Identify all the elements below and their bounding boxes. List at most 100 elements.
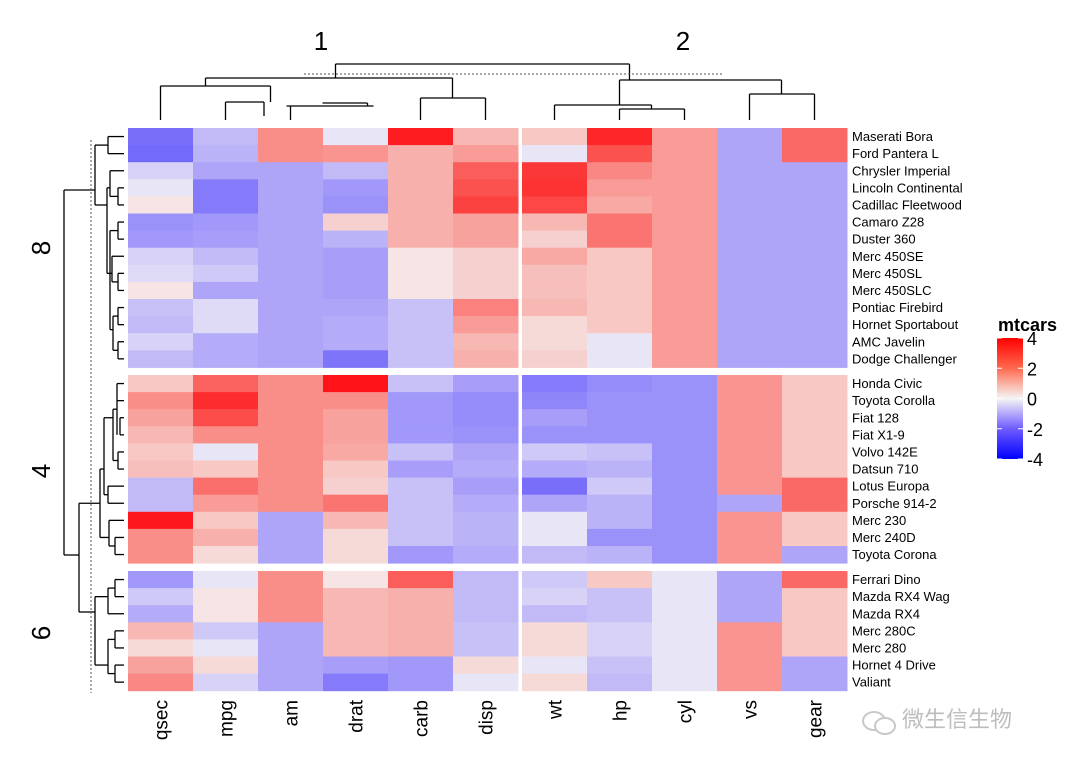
heatmap-cell [323,546,389,564]
heatmap-cell [128,350,194,368]
heatmap-cell [323,571,389,589]
heatmap-cell [522,622,588,640]
heatmap-cell [323,392,389,410]
heatmap-cell [128,477,194,496]
heatmap-cell [652,622,718,640]
heatmap-cell [587,128,653,146]
column-label: vs [741,700,762,719]
heatmap-cell [193,571,259,589]
row-label: Lotus Europa [852,479,930,494]
heatmap-cell [587,230,653,249]
heatmap-cell [522,528,588,547]
column-label: hp [611,700,632,721]
heatmap-cell [128,571,194,589]
row-label: Duster 360 [852,232,916,247]
heatmap-cell [782,350,848,368]
heatmap-cell [587,145,653,163]
heatmap-cell [717,281,783,300]
heatmap-cell [193,128,259,146]
heatmap-cell [587,528,653,547]
row-label: Hornet Sportabout [852,317,959,332]
heatmap-cell [782,571,848,589]
heatmap-cell [258,333,324,351]
heatmap-cell [388,622,454,640]
heatmap-cell [782,247,848,266]
column-label: drat [347,699,368,732]
column-label: carb [412,700,433,737]
heatmap-cell [652,264,718,283]
heatmap-cell [258,145,324,163]
heatmap-cell [258,179,324,197]
heatmap-cell [522,162,588,180]
heatmap-cell [323,316,389,334]
heatmap-cell [388,375,454,393]
heatmap-cell [782,333,848,351]
heatmap-cell [522,196,588,214]
heatmap-cell [193,546,259,564]
heatmap-cell [453,281,519,300]
heatmap-cell [782,230,848,249]
heatmap-cell [388,443,454,461]
heatmap-cell [587,511,653,530]
heatmap-cell [128,128,194,146]
heatmap-cell [782,588,848,606]
heatmap-cell [388,673,454,692]
column-dendrogram [159,63,816,120]
row-label: Lincoln Continental [852,180,963,195]
row-label: Merc 450SE [852,249,924,264]
heatmap-cell [782,656,848,675]
heatmap-cell [453,639,519,657]
heatmap-cell [587,673,653,692]
heatmap-cell [717,392,783,410]
row-label: Merc 280 [852,640,906,655]
heatmap-cell [128,409,194,427]
heatmap-cell [453,588,519,606]
heatmap-cell [388,546,454,564]
heatmap-cell [258,460,324,479]
heatmap-cell [128,281,194,300]
heatmap-cell [388,350,454,368]
heatmap-cell [782,128,848,146]
heatmap-cell [258,196,324,214]
heatmap-cell [388,588,454,606]
heatmap-cell [388,247,454,266]
heatmap-cell [587,605,653,623]
heatmap-cell [453,673,519,692]
heatmap-cell [388,196,454,214]
heatmap-cell [128,145,194,163]
heatmap-cell [782,264,848,283]
heatmap-cell [652,460,718,479]
heatmap-cell [652,196,718,214]
row-label: Ford Pantera L [852,146,939,161]
heatmap-cell [652,443,718,461]
heatmap-cell [193,443,259,461]
heatmap-cell [782,375,848,393]
heatmap-cell [323,264,389,283]
heatmap-cell [717,528,783,547]
row-label: Honda Civic [852,376,923,391]
heatmap-cell [323,162,389,180]
heatmap-cell [193,392,259,410]
heatmap-cell [388,460,454,479]
heatmap-cell [323,213,389,232]
heatmap-cell [717,511,783,530]
heatmap-cell [388,494,454,513]
heatmap-cell [193,409,259,427]
heatmap-cell [453,443,519,461]
heatmap-cell [323,511,389,530]
heatmap-cell [453,299,519,317]
heatmap-cell [323,494,389,513]
heatmap-cell [193,477,259,496]
row-label: Toyota Corolla [852,393,936,408]
heatmap-cell [652,571,718,589]
heatmap-cell [717,460,783,479]
heatmap-cell [258,162,324,180]
heatmap-cell [587,494,653,513]
heatmap-cell [128,494,194,513]
heatmap-cell [258,546,324,564]
row-label: Mazda RX4 Wag [852,589,950,604]
heatmap-cell [522,375,588,393]
heatmap-cell [587,588,653,606]
legend-tick-label: 2 [1027,359,1037,379]
heatmap-cell [717,179,783,197]
